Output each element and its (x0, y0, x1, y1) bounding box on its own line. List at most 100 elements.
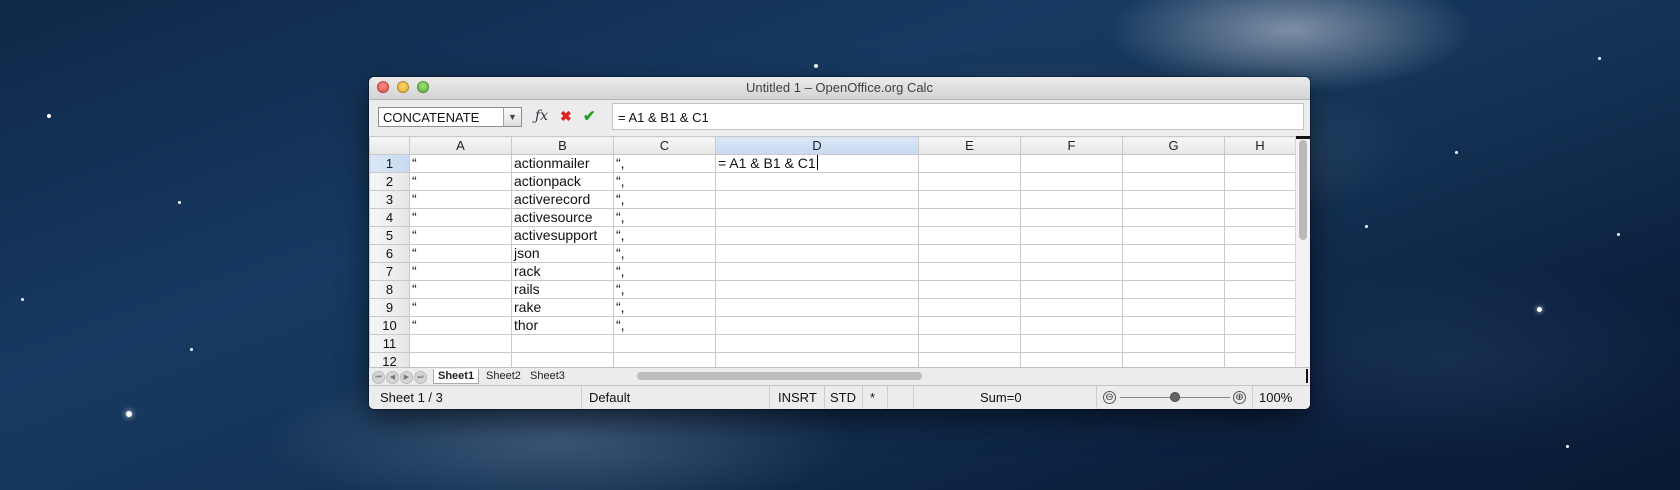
cell-g1[interactable] (1122, 154, 1225, 173)
cell-d7[interactable] (715, 262, 919, 281)
column-header-f[interactable]: F (1020, 136, 1123, 155)
row-header[interactable]: 5 (369, 226, 410, 245)
cell-h1[interactable] (1224, 154, 1296, 173)
previous-sheet-icon[interactable]: ◀ (386, 371, 399, 384)
cell-f11[interactable] (1020, 334, 1123, 353)
cell-b8[interactable]: rails (511, 280, 614, 299)
cell-h10[interactable] (1224, 316, 1296, 335)
cell-a11[interactable] (409, 334, 512, 353)
cell-h3[interactable] (1224, 190, 1296, 209)
first-sheet-icon[interactable]: ⏮ (372, 371, 385, 384)
zoom-out-icon[interactable]: ⊖ (1103, 391, 1116, 404)
cell-c5[interactable]: “, (613, 226, 716, 245)
cell-c2[interactable]: “, (613, 172, 716, 191)
cell-c8[interactable]: “, (613, 280, 716, 299)
cell-e1[interactable] (918, 154, 1021, 173)
cell-h4[interactable] (1224, 208, 1296, 227)
cell-c11[interactable] (613, 334, 716, 353)
cell-b1[interactable]: actionmailer (511, 154, 614, 173)
cell-h2[interactable] (1224, 172, 1296, 191)
row-header[interactable]: 11 (369, 334, 410, 353)
selection-mode[interactable]: STD (830, 390, 856, 405)
cell-e2[interactable] (918, 172, 1021, 191)
cell-d6[interactable] (715, 244, 919, 263)
column-header-e[interactable]: E (918, 136, 1021, 155)
row-header[interactable]: 1 (369, 154, 410, 173)
cell-g2[interactable] (1122, 172, 1225, 191)
cell-e9[interactable] (918, 298, 1021, 317)
column-header-g[interactable]: G (1122, 136, 1225, 155)
cell-d5[interactable] (715, 226, 919, 245)
cell-c6[interactable]: “, (613, 244, 716, 263)
cell-f10[interactable] (1020, 316, 1123, 335)
cell-f6[interactable] (1020, 244, 1123, 263)
cell-a2[interactable]: “ (409, 172, 512, 191)
cell-a7[interactable]: “ (409, 262, 512, 281)
cell-d2[interactable] (715, 172, 919, 191)
column-header-d[interactable]: D (715, 136, 919, 155)
cell-a10[interactable]: “ (409, 316, 512, 335)
cell-c10[interactable]: “, (613, 316, 716, 335)
cell-b5[interactable]: activesupport (511, 226, 614, 245)
name-box[interactable]: CONCATENATE ▼ (378, 107, 522, 127)
cell-b10[interactable]: thor (511, 316, 614, 335)
tab-sheet1[interactable]: Sheet1 (433, 369, 480, 384)
accept-icon[interactable]: ✔ (583, 107, 596, 125)
row-header[interactable]: 4 (369, 208, 410, 227)
horizontal-scrollbar[interactable] (637, 369, 1308, 383)
horizontal-scroll-thumb[interactable] (637, 372, 922, 380)
title-bar[interactable]: Untitled 1 – OpenOffice.org Calc (369, 77, 1310, 100)
formula-input-value[interactable]: = A1 & B1 & C1 (618, 110, 709, 125)
column-header-c[interactable]: C (613, 136, 716, 155)
cell-g10[interactable] (1122, 316, 1225, 335)
cell-f3[interactable] (1020, 190, 1123, 209)
formula-input[interactable]: = A1 & B1 & C1 (612, 103, 1304, 130)
cell-c1[interactable]: “, (613, 154, 716, 173)
cell-f4[interactable] (1020, 208, 1123, 227)
cell-e7[interactable] (918, 262, 1021, 281)
cell-e8[interactable] (918, 280, 1021, 299)
cancel-icon[interactable]: ✖ (560, 108, 572, 125)
row-header[interactable]: 7 (369, 262, 410, 281)
row-header[interactable]: 6 (369, 244, 410, 263)
cell-b9[interactable]: rake (511, 298, 614, 317)
cell-d3[interactable] (715, 190, 919, 209)
column-header-b[interactable]: B (511, 136, 614, 155)
chevron-down-icon[interactable]: ▼ (503, 108, 521, 126)
row-header[interactable]: 3 (369, 190, 410, 209)
cell-c7[interactable]: “, (613, 262, 716, 281)
cell-f7[interactable] (1020, 262, 1123, 281)
cell-h11[interactable] (1224, 334, 1296, 353)
row-header[interactable]: 10 (369, 316, 410, 335)
cell-e4[interactable] (918, 208, 1021, 227)
row-header[interactable]: 9 (369, 298, 410, 317)
cell-e5[interactable] (918, 226, 1021, 245)
column-header-a[interactable]: A (409, 136, 512, 155)
zoom-slider-knob[interactable] (1170, 392, 1180, 402)
vertical-scroll-thumb[interactable] (1299, 140, 1307, 240)
cell-b3[interactable]: activerecord (511, 190, 614, 209)
select-all-corner[interactable] (369, 136, 410, 155)
cell-d9[interactable] (715, 298, 919, 317)
cell-f9[interactable] (1020, 298, 1123, 317)
cell-a5[interactable]: “ (409, 226, 512, 245)
last-sheet-icon[interactable]: ⏭ (414, 371, 427, 384)
cell-f2[interactable] (1020, 172, 1123, 191)
cell-b7[interactable]: rack (511, 262, 614, 281)
cell-b6[interactable]: json (511, 244, 614, 263)
next-sheet-icon[interactable]: ▶ (400, 371, 413, 384)
cell-d8[interactable] (715, 280, 919, 299)
cell-h5[interactable] (1224, 226, 1296, 245)
cell-b11[interactable] (511, 334, 614, 353)
cell-a4[interactable]: “ (409, 208, 512, 227)
cell-g11[interactable] (1122, 334, 1225, 353)
cell-e11[interactable] (918, 334, 1021, 353)
cell-d11[interactable] (715, 334, 919, 353)
function-wizard-icon[interactable]: ƒx (535, 108, 548, 124)
tab-sheet2[interactable]: Sheet2 (482, 369, 525, 383)
column-header-h[interactable]: H (1224, 136, 1296, 155)
row-header[interactable]: 2 (369, 172, 410, 191)
cell-h9[interactable] (1224, 298, 1296, 317)
vertical-scrollbar[interactable] (1295, 136, 1310, 383)
cell-a9[interactable]: “ (409, 298, 512, 317)
